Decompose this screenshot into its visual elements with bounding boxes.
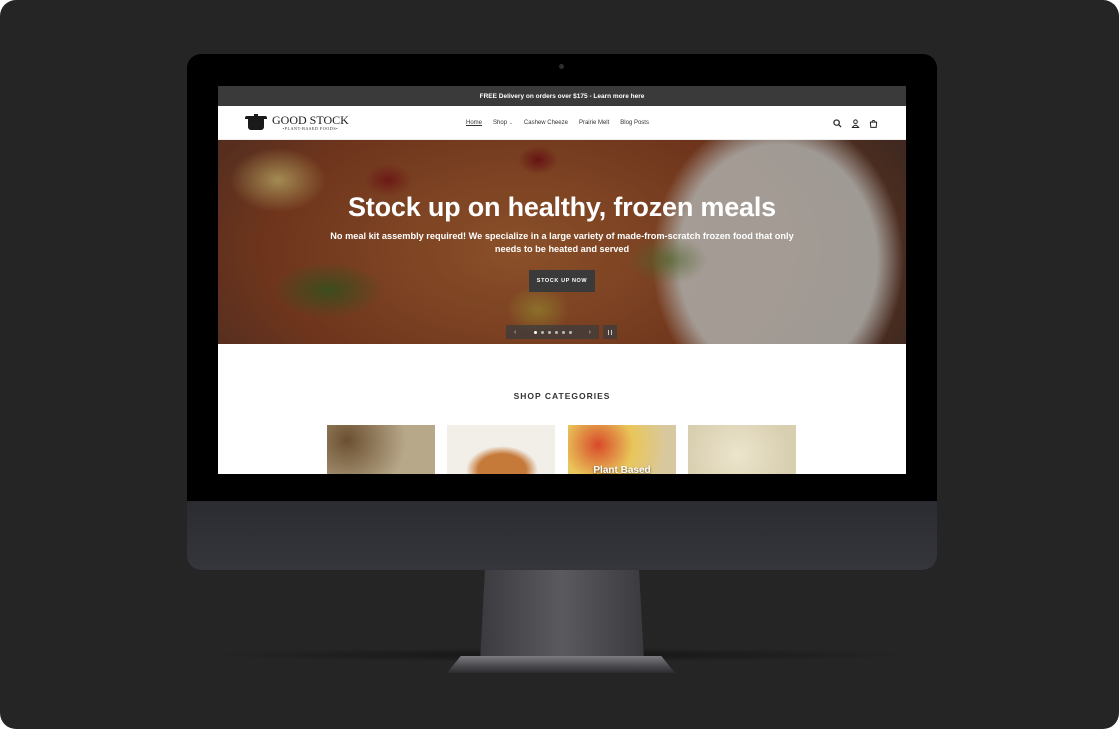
nav-item-prairie-melt[interactable]: Prairie Melt (579, 120, 609, 126)
stock-pot-icon (244, 114, 268, 131)
category-card[interactable]: Plant Based (568, 425, 676, 474)
hero-banner: Stock up on healthy, frozen meals No mea… (218, 140, 906, 344)
category-card[interactable] (447, 425, 555, 474)
brand-wordmark: GOOD STOCK •PLANT-BASED FOODS• (272, 114, 349, 131)
account-icon[interactable] (851, 118, 860, 128)
announcement-bar[interactable]: FREE Delivery on orders over $175 - Lear… (218, 86, 906, 106)
shop-categories: SHOP CATEGORIES Plant Based (218, 391, 906, 474)
search-icon[interactable] (833, 118, 842, 128)
brand-tagline: •PLANT-BASED FOODS• (282, 125, 339, 131)
nav-item-cashew-cheeze[interactable]: Cashew Cheeze (524, 120, 568, 126)
nav-item-blog-posts[interactable]: Blog Posts (620, 120, 649, 126)
slide-dot-6[interactable] (568, 330, 572, 334)
site-header: GOOD STOCK •PLANT-BASED FOODS• Home Shop… (218, 106, 906, 140)
announcement-text[interactable]: FREE Delivery on orders over $175 - Lear… (480, 93, 645, 100)
nav-item-shop[interactable]: Shop ⌄ (493, 120, 513, 126)
slide-dot-5[interactable] (561, 330, 565, 334)
slide-dot-2[interactable] (540, 330, 544, 334)
chevron-right-icon[interactable]: › (589, 329, 591, 336)
category-grid: Plant Based (327, 425, 797, 474)
hero-subtitle: No meal kit assembly required! We specia… (330, 231, 794, 255)
chevron-left-icon[interactable]: ‹ (514, 329, 516, 336)
slide-dot-3[interactable] (547, 330, 551, 334)
slide-dot-4[interactable] (554, 330, 558, 334)
cart-icon[interactable] (869, 119, 878, 128)
camera-icon (559, 64, 564, 69)
nav-item-shop-label: Shop (493, 120, 508, 126)
category-card[interactable] (688, 425, 796, 474)
monitor-stand-base (447, 656, 675, 673)
nav-item-home[interactable]: Home (466, 120, 482, 126)
brand-name: GOOD STOCK (272, 112, 349, 127)
category-card[interactable] (327, 425, 435, 474)
main-nav: Home Shop ⌄ Cashew Cheeze Prairie Melt B… (466, 106, 649, 140)
website-screen: FREE Delivery on orders over $175 - Lear… (218, 86, 906, 474)
hero-content: Stock up on healthy, frozen meals No mea… (218, 192, 906, 292)
monitor-stand-neck (480, 570, 644, 662)
brand-logo[interactable]: GOOD STOCK •PLANT-BASED FOODS• (244, 114, 349, 131)
stock-up-now-button[interactable]: STOCK UP NOW (528, 269, 596, 292)
slide-dot-1[interactable] (533, 330, 537, 334)
pause-icon[interactable] (603, 325, 617, 339)
slideshow-controls: ‹ › (506, 325, 599, 339)
slide-dots (533, 330, 572, 334)
hero-title: Stock up on healthy, frozen meals (348, 192, 776, 222)
category-label: Plant Based (593, 465, 651, 474)
section-heading: SHOP CATEGORIES (513, 391, 611, 401)
header-icons (833, 106, 878, 140)
chevron-down-icon: ⌄ (508, 120, 513, 126)
monitor-chin (187, 501, 937, 570)
